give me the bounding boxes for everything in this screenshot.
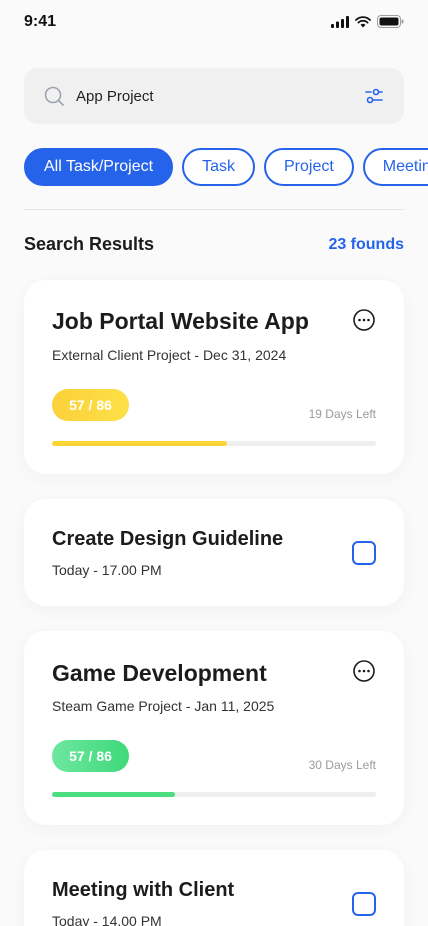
more-options-icon[interactable] [352,659,376,683]
chip-task[interactable]: Task [182,148,255,186]
wifi-icon [355,15,371,27]
days-left: 30 Days Left [308,758,376,772]
card-subtitle: Today - 17.00 PM [52,562,162,578]
card-title: Meeting with Client [52,879,235,901]
card-title: Game Development [52,660,267,686]
task-card[interactable]: Meeting with Client Today - 14.00 PM [24,850,404,926]
days-left: 19 Days Left [308,407,376,421]
battery-icon [377,15,404,28]
progress-fill [52,792,176,797]
card-subtitle: Steam Game Project - Jan 11, 2025 [52,698,275,714]
progress-fill [52,441,227,446]
progress-bar [52,792,376,797]
project-card[interactable]: Game Development Steam Game Project - Ja… [24,631,404,825]
card-subtitle: External Client Project - Dec 31, 2024 [52,347,287,363]
results-title: Search Results [24,234,155,254]
results-count[interactable]: 23 founds [328,236,404,254]
project-card[interactable]: Job Portal Website App External Client P… [24,280,404,474]
task-checkbox[interactable] [352,892,376,916]
divider [24,209,404,210]
screen: 9:41 App Project All Task/Project Task P… [0,0,428,926]
search-input[interactable] [76,68,356,124]
task-count-badge: 57 / 86 [52,389,129,421]
more-options-icon[interactable] [352,308,376,332]
task-checkbox[interactable] [352,541,376,565]
search-bar[interactable] [24,68,404,124]
results-header: Search Results 23 founds [24,234,404,258]
filter-chips: All Task/ProjectTaskProjectMeeting [24,148,428,186]
status-icons [331,15,404,28]
chip-meeting[interactable]: Meeting [362,148,428,186]
card-title: Job Portal Website App [52,308,309,334]
chip-project[interactable]: Project [263,148,354,186]
signal-icon [331,15,349,28]
status-time: 9:41 [24,13,57,30]
task-card[interactable]: Create Design Guideline Today - 17.00 PM [24,499,404,606]
search-icon [44,86,64,106]
chip-all-task-project[interactable]: All Task/Project [24,148,174,186]
card-subtitle: Today - 14.00 PM [52,913,162,926]
card-title: Create Design Guideline [52,528,284,550]
filter-icon[interactable] [364,86,384,106]
task-count-badge: 57 / 86 [52,740,129,772]
status-bar: 9:41 [0,0,428,46]
progress-bar [52,441,376,446]
